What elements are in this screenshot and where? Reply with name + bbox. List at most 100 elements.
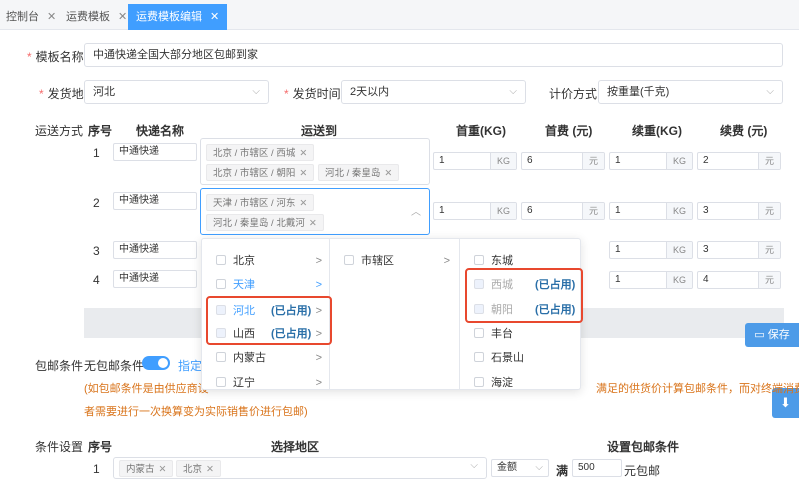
close-icon[interactable]: ✕ <box>159 464 167 475</box>
ship-time-select[interactable]: 2天以内 ⌵ <box>341 80 526 104</box>
ship-time-value: 2天以内 <box>350 86 390 98</box>
row-number: 2 <box>93 196 100 210</box>
chevron-right-icon: > <box>315 352 322 364</box>
close-icon[interactable]: ✕ <box>206 464 214 475</box>
chevron-down-icon: ⌵ <box>535 462 543 473</box>
condition-type-select[interactable]: 金额 ⌵ <box>491 459 549 477</box>
tab-console[interactable]: 控制台 ✕ <box>6 4 56 30</box>
city-option[interactable]: 市辖区 > <box>344 249 450 273</box>
first-fee-input[interactable]: 6元 <box>521 152 605 170</box>
destination-cascader[interactable]: 北京 / 市辖区 / 西城 ✕ 北京 / 市辖区 / 朝阳 ✕ 河北 / 秦皇岛 ✕ <box>200 138 430 185</box>
region-tag: 河北 / 秦皇岛 / 北戴河 ✕ <box>206 214 324 231</box>
extra-weight-input[interactable]: 1 KG <box>609 241 693 259</box>
extra-fee-input[interactable]: 3元 <box>697 241 781 259</box>
chevron-right-icon: > <box>315 279 322 291</box>
province-option[interactable]: 辽宁 > <box>216 371 322 395</box>
chevron-down-icon: ⌵ <box>470 460 478 471</box>
checkbox[interactable] <box>474 377 484 387</box>
row-number: 1 <box>93 146 100 160</box>
courier-input[interactable]: 中通快递 <box>113 143 197 161</box>
extra-fee-input[interactable]: 3元 <box>697 202 781 220</box>
first-weight-input[interactable]: 1 KG <box>433 202 517 220</box>
close-icon[interactable]: ✕ <box>47 11 56 23</box>
unit-label: 元 <box>757 203 780 219</box>
free-shipping-toggle[interactable] <box>142 356 170 370</box>
close-icon[interactable]: ✕ <box>210 11 219 23</box>
region-tag: 北京 / 市辖区 / 西城 ✕ <box>206 144 315 161</box>
close-icon[interactable]: ✕ <box>299 168 307 179</box>
unit-label: KG <box>489 153 516 169</box>
close-icon[interactable]: ✕ <box>118 11 127 23</box>
highlight-box <box>465 268 583 323</box>
unit-label: 元 <box>581 203 604 219</box>
unit-label: 元 <box>581 153 604 169</box>
close-icon[interactable]: ✕ <box>299 198 307 209</box>
checkbox[interactable] <box>216 255 226 265</box>
province-option[interactable]: 天津 > <box>216 273 322 297</box>
province-option[interactable]: 内蒙古 > <box>216 346 322 370</box>
checkbox[interactable] <box>216 377 226 387</box>
destination-cascader[interactable]: 天津 / 市辖区 / 河东 ✕ 河北 / 秦皇岛 / 北戴河 ✕ ︿ <box>200 188 430 235</box>
close-icon[interactable]: ✕ <box>299 148 307 159</box>
tab-shipping-templates[interactable]: 运费模板 ✕ <box>66 4 127 30</box>
save-icon: ▭ <box>754 329 768 341</box>
checkbox[interactable] <box>216 352 226 362</box>
extra-fee-input[interactable]: 4元 <box>697 271 781 289</box>
pricing-value: 按重量(千克) <box>607 86 670 98</box>
col-header-condition: 设置包邮条件 <box>607 440 680 454</box>
close-icon[interactable]: ✕ <box>309 218 317 229</box>
specified-condition-label: 指定 <box>178 359 203 373</box>
district-option[interactable]: 海淀 <box>474 371 513 395</box>
no-condition-label: 无包邮条件 <box>84 359 145 373</box>
unit-label: 元 <box>757 153 780 169</box>
notice-text: 者需要进行一次换算变为实际销售价进行包邮) <box>84 406 308 418</box>
col-header-first-fee: 首费 (元) <box>545 124 593 138</box>
unit-label: 元 <box>757 272 780 288</box>
tab-label: 运费模板编辑 <box>136 11 202 23</box>
region-tag: 内蒙古 ✕ <box>119 460 174 477</box>
region-tag: 河北 / 秦皇岛 ✕ <box>318 164 400 181</box>
courier-input[interactable]: 中通快递 <box>113 192 197 210</box>
district-option[interactable]: 石景山 <box>474 346 524 370</box>
col-header-destination: 运送到 <box>301 124 338 138</box>
courier-input[interactable]: 中通快递 <box>113 270 197 288</box>
unit-label: KG <box>665 242 692 258</box>
template-name-input[interactable]: 中通快递全国大部分地区包邮到家 <box>84 43 783 67</box>
chevron-up-icon: ︿ <box>411 207 421 218</box>
chevron-right-icon: > <box>315 255 322 267</box>
region-tag: 天津 / 市辖区 / 河东 ✕ <box>206 194 315 211</box>
tab-bar: 控制台 ✕ 运费模板 ✕ 运费模板编辑 ✕ <box>0 0 799 30</box>
col-header-no: 序号 <box>88 124 113 138</box>
full-label: 满 <box>556 464 569 478</box>
checkbox[interactable] <box>474 352 484 362</box>
extra-weight-input[interactable]: 1 KG <box>609 202 693 220</box>
extra-weight-input[interactable]: 1 KG <box>609 271 693 289</box>
chevron-down-icon: ⌵ <box>252 86 260 97</box>
extra-fee-input[interactable]: 2元 <box>697 152 781 170</box>
extra-weight-input[interactable]: 1 KG <box>609 152 693 170</box>
first-fee-input[interactable]: 6元 <box>521 202 605 220</box>
province-option[interactable]: 北京 > <box>216 249 322 273</box>
tab-label: 控制台 <box>6 11 39 23</box>
chevron-right-icon: > <box>315 377 322 389</box>
close-icon[interactable]: ✕ <box>384 168 392 179</box>
col-header-courier: 快递名称 <box>136 124 185 138</box>
ship-time-label: 发货时间 <box>284 85 341 102</box>
col-header-no: 序号 <box>88 440 113 454</box>
notice-text: (如包邮条件是由供应商设 <box>84 383 209 395</box>
ship-from-select[interactable]: 河北 ⌵ <box>84 80 269 104</box>
checkbox[interactable] <box>474 255 484 265</box>
region-select[interactable]: 内蒙古 ✕ 北京 ✕ ⌵ <box>113 457 487 479</box>
pricing-select[interactable]: 按重量(千克) ⌵ <box>598 80 783 104</box>
checkbox[interactable] <box>216 279 226 289</box>
courier-input[interactable]: 中通快递 <box>113 241 197 259</box>
save-button[interactable]: ▭ 保存 <box>745 323 799 347</box>
district-option[interactable]: 丰台 <box>474 322 513 346</box>
amount-input[interactable]: 500 <box>572 459 622 477</box>
row-number: 4 <box>93 273 100 287</box>
checkbox[interactable] <box>474 328 484 338</box>
tab-template-edit[interactable]: 运费模板编辑 ✕ <box>128 4 228 30</box>
checkbox[interactable] <box>344 255 354 265</box>
highlight-box <box>206 296 332 345</box>
first-weight-input[interactable]: 1 KG <box>433 152 517 170</box>
